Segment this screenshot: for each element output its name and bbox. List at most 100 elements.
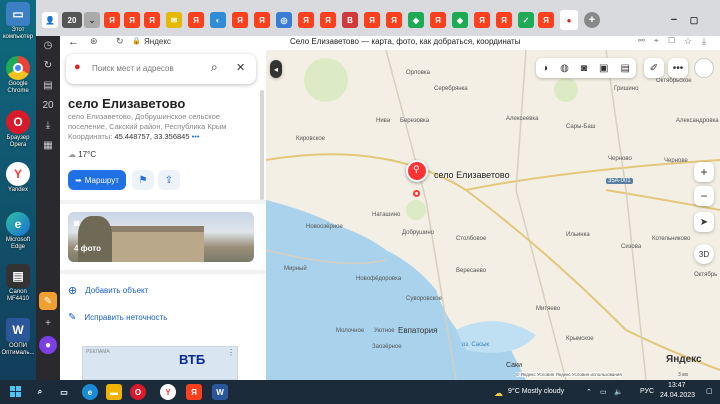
map-canvas[interactable]: Орловка Серебрянка Октябрьское Гришино К… — [266, 50, 720, 380]
traffic-icon[interactable]: ▤ — [620, 63, 629, 74]
place-marker[interactable]: ⚲ — [406, 160, 428, 182]
collapse-panel-button[interactable]: ◂ — [270, 60, 282, 78]
tab-yandex-6[interactable]: Я — [254, 12, 270, 28]
notes-icon[interactable]: ✎ — [39, 292, 57, 310]
panorama-icon[interactable]: ◍ — [560, 63, 569, 74]
ruler-button[interactable]: ✐ — [644, 58, 664, 78]
tab-yandex-3[interactable]: Я — [144, 12, 160, 28]
tab-yandex-5[interactable]: Я — [232, 12, 248, 28]
task-view-icon[interactable]: ▭ — [56, 384, 72, 400]
yandex-taskbar-icon[interactable]: Y — [160, 384, 176, 400]
bookmarks-star-icon[interactable]: ☆ — [684, 36, 692, 47]
collections-icon[interactable]: ▤ — [39, 76, 57, 94]
tab-yandex-4[interactable]: Я — [188, 12, 204, 28]
word-taskbar-icon[interactable]: W — [212, 384, 228, 400]
edge-shortcut[interactable]: e Microsoft Edge — [2, 212, 34, 251]
search-input[interactable]: Поиск мест и адресов — [92, 64, 174, 73]
chrome-shortcut[interactable]: Google Chrome — [2, 56, 34, 95]
file-explorer-icon[interactable]: ▬ — [106, 384, 122, 400]
search-taskbar-icon[interactable]: ⌕ — [32, 384, 48, 400]
zoom-out-button[interactable]: − — [694, 186, 714, 206]
tab-site-6[interactable]: ✓ — [518, 12, 534, 28]
chevron-down-icon[interactable]: ⌄ — [84, 12, 100, 28]
tab-yandex-11[interactable]: Я — [430, 12, 446, 28]
location-icon[interactable]: ⌖ — [654, 36, 659, 46]
route-button[interactable]: ➥ Маршрут — [68, 170, 126, 190]
ad-banner[interactable]: РЕКЛАМА ВТБ ⋮ — [82, 346, 238, 380]
user-avatar[interactable] — [694, 58, 714, 78]
address-text[interactable]: Яндекс — [144, 37, 171, 46]
shield-icon[interactable]: ⊛ — [90, 36, 98, 47]
reload-icon[interactable]: ↻ — [116, 36, 124, 47]
tab-yandex-9[interactable]: Я — [364, 12, 380, 28]
alice-icon[interactable]: ● — [39, 336, 57, 354]
tab-mail[interactable]: ✉ — [166, 12, 182, 28]
opera-taskbar-icon[interactable]: O — [130, 384, 146, 400]
photo-gallery[interactable]: ◙ 4 фото — [68, 212, 254, 262]
share-button[interactable]: ⇪ — [158, 170, 180, 190]
tray-chevron-icon[interactable]: ⌃ — [586, 388, 592, 396]
link-icon[interactable]: ⚯ — [638, 36, 645, 45]
minimize-button[interactable]: − — [666, 12, 682, 28]
bookmark-icon[interactable]: ☐ — [668, 36, 675, 45]
clock-time[interactable]: 13:47 — [668, 382, 686, 389]
download-icon[interactable]: ⤓ — [39, 116, 57, 134]
3d-button[interactable]: 3D — [694, 244, 714, 264]
tab-yandex-7[interactable]: Я — [298, 12, 314, 28]
zoom-in-button[interactable]: + — [694, 162, 714, 182]
printer-shortcut[interactable]: ▤ Canon MF4410 — [2, 264, 34, 303]
add-object-button[interactable]: ⊕ Добавить объект — [68, 284, 148, 297]
panel-scrollbar[interactable] — [260, 90, 264, 200]
tab-site-3[interactable]: В — [342, 12, 358, 28]
ad-menu-icon[interactable]: ⋮ — [227, 348, 235, 357]
clock-date[interactable]: 24.04.2023 — [660, 392, 695, 399]
back-button[interactable]: ← — [68, 36, 79, 48]
locate-button[interactable]: ➤ — [694, 212, 714, 232]
tabs-20-icon[interactable]: 20 — [39, 96, 57, 114]
tab-site-5[interactable]: ◆ — [452, 12, 468, 28]
reading-icon[interactable]: ▦ — [39, 136, 57, 154]
weather-text[interactable]: 9°C Mostly cloudy — [508, 388, 564, 395]
tab-yandex-13[interactable]: Я — [496, 12, 512, 28]
tab-yandex-2[interactable]: Я — [124, 12, 140, 28]
volume-icon[interactable]: 🔈 — [614, 388, 623, 396]
word-doc-shortcut[interactable]: W ООПИ Оптималь... — [1, 318, 35, 357]
opera-shortcut[interactable]: O Браузер Opera — [2, 110, 34, 149]
tab-counter[interactable]: 20 — [62, 12, 82, 28]
search-icon[interactable]: ⌕ — [211, 60, 218, 75]
close-icon[interactable]: ✕ — [236, 61, 245, 74]
layers-icon[interactable]: ◑ — [542, 63, 548, 74]
coordinates-value[interactable]: 45.448757, 33.356845 — [114, 132, 189, 141]
map-attribution[interactable]: © Яндекс Условия Яндекс Условия использо… — [516, 372, 622, 377]
tab-site-4[interactable]: ◆ — [408, 12, 424, 28]
edge-taskbar-icon[interactable]: e — [82, 384, 98, 400]
tab-yandex-10[interactable]: Я — [386, 12, 402, 28]
windows-start-icon[interactable] — [8, 384, 24, 400]
add-panel-icon[interactable]: + — [39, 314, 57, 332]
yandex-shortcut[interactable]: Y Yandex — [2, 162, 34, 194]
camera-layer-icon[interactable]: ◙ — [581, 63, 587, 74]
language-indicator[interactable]: РУС — [640, 388, 654, 395]
new-tab-button[interactable]: + — [584, 12, 600, 28]
network-icon[interactable]: ▭ — [600, 388, 607, 396]
transit-icon[interactable]: ▣ — [599, 63, 608, 74]
more-menu-button[interactable]: ••• — [668, 58, 688, 78]
yandex-app-taskbar-icon[interactable]: Я — [186, 384, 202, 400]
profile-icon[interactable]: 👤 — [42, 12, 58, 28]
tab-yandex-12[interactable]: Я — [474, 12, 490, 28]
fix-error-button[interactable]: ✎ Исправить неточность — [68, 312, 167, 323]
download-bar-icon[interactable]: ⤓ — [702, 36, 706, 47]
maximize-button[interactable]: ▢ — [686, 12, 702, 28]
more-icon[interactable]: ••• — [192, 132, 200, 141]
notifications-icon[interactable]: ▢ — [706, 387, 713, 395]
refresh-icon[interactable]: ↻ — [39, 56, 57, 74]
tab-yandex-14[interactable]: Я — [538, 12, 554, 28]
search-box[interactable]: ● Поиск мест и адресов ⌕ ✕ — [66, 54, 256, 84]
tab-site-2[interactable]: ◎ — [276, 12, 292, 28]
bookmark-button[interactable]: ⚑ — [132, 170, 154, 190]
history-icon[interactable]: ◷ — [39, 36, 57, 54]
tab-yandex-8[interactable]: Я — [320, 12, 336, 28]
tab-yandex-1[interactable]: Я — [104, 12, 120, 28]
tab-site-1[interactable]: ◐ — [210, 12, 226, 28]
this-pc-shortcut[interactable]: ▭ Этот компьютер — [2, 2, 34, 41]
